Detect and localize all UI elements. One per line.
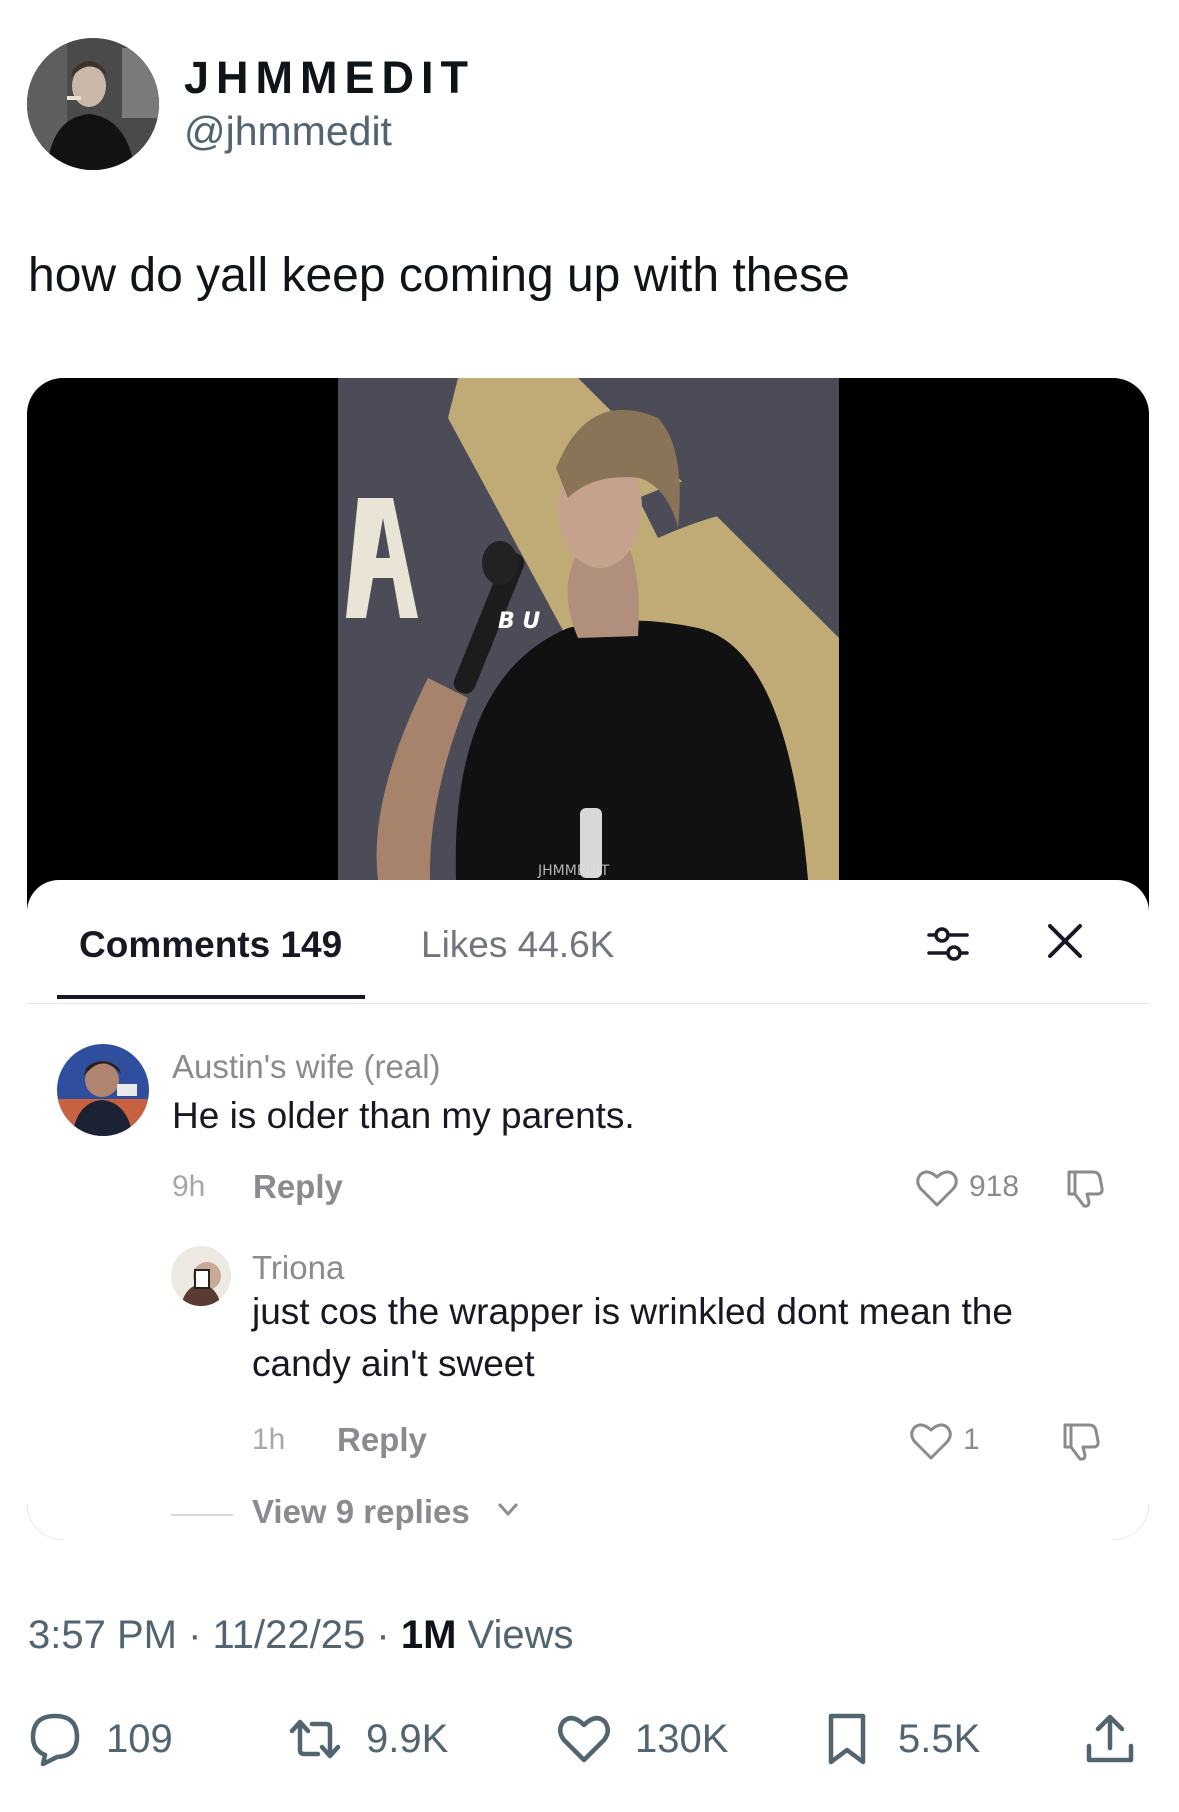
active-tab-indicator <box>57 995 365 999</box>
meta-separator: · <box>188 1613 213 1657</box>
comment-author[interactable]: Triona <box>252 1249 344 1287</box>
tweet-media[interactable]: B U JHMMEDIT Comments 149 Likes 44.6K Au… <box>27 378 1149 1540</box>
comment-icon <box>30 1713 80 1767</box>
comment-time: 9h <box>172 1170 206 1203</box>
close-icon[interactable] <box>1046 922 1084 960</box>
tweet-screenshot: JHMMEDIT @jhmmedit how do yall keep comi… <box>0 0 1179 1812</box>
reply-button[interactable]: Reply <box>337 1421 427 1459</box>
bookmark-count: 5.5K <box>898 1716 981 1761</box>
reply-count: 109 <box>106 1716 173 1761</box>
comment-text: He is older than my parents. <box>172 1095 635 1136</box>
repost-icon <box>289 1719 341 1759</box>
meta-separator: · <box>376 1613 401 1657</box>
reply-action[interactable]: 109 <box>26 1709 173 1769</box>
heart-icon[interactable] <box>909 1421 953 1461</box>
share-icon <box>1086 1714 1134 1763</box>
heart-icon <box>558 1715 610 1763</box>
tweet-meta: 3:57 PM · 11/22/25 · 1M Views <box>28 1613 574 1658</box>
repost-count: 9.9K <box>366 1716 449 1761</box>
views-label: Views <box>467 1613 574 1657</box>
commenter-avatar[interactable] <box>57 1044 149 1136</box>
comments-sheet: Comments 149 Likes 44.6K Austin's wife (… <box>27 880 1149 1540</box>
tweet-date[interactable]: 11/22/25 <box>213 1613 366 1657</box>
comment-like-count: 1 <box>963 1423 980 1456</box>
dislike-icon[interactable] <box>1059 1419 1103 1463</box>
author-display-name[interactable]: JHMMEDIT <box>184 52 475 104</box>
like-count: 130K <box>635 1716 729 1761</box>
comment-author[interactable]: Austin's wife (real) <box>172 1048 441 1086</box>
like-action[interactable]: 130K <box>555 1709 728 1769</box>
views-count: 1M <box>400 1613 457 1657</box>
heart-icon[interactable] <box>915 1168 959 1208</box>
comment-text: just cos the wrapper is wrinkled dont me… <box>252 1291 1013 1384</box>
tab-likes[interactable]: Likes 44.6K <box>421 924 614 966</box>
bookmark-action[interactable]: 5.5K <box>818 1709 980 1769</box>
sheet-divider <box>27 1003 1149 1004</box>
tweet-text: how do yall keep coming up with these <box>28 249 850 302</box>
tweet-time[interactable]: 3:57 PM <box>28 1613 177 1657</box>
video-frame[interactable]: B U JHMMEDIT <box>338 378 839 880</box>
view-replies-button[interactable]: View 9 replies <box>252 1493 470 1531</box>
dislike-icon[interactable] <box>1063 1166 1107 1210</box>
author-avatar[interactable] <box>27 38 159 170</box>
svg-text:JHMMEDIT: JHMMEDIT <box>537 863 610 879</box>
comment-like-count: 918 <box>969 1170 1020 1203</box>
commenter-avatar[interactable] <box>171 1246 231 1306</box>
share-action[interactable] <box>1081 1709 1139 1769</box>
filter-icon[interactable] <box>925 922 971 968</box>
replies-divider <box>171 1514 233 1516</box>
author-handle[interactable]: @jhmmedit <box>184 108 392 155</box>
chevron-down-icon[interactable] <box>497 1502 519 1518</box>
comment-time: 1h <box>252 1423 286 1456</box>
tab-comments[interactable]: Comments 149 <box>79 924 342 966</box>
svg-text:B U: B U <box>498 609 540 634</box>
repost-action[interactable]: 9.9K <box>286 1709 448 1769</box>
reply-button[interactable]: Reply <box>253 1168 343 1206</box>
bookmark-icon <box>828 1713 866 1765</box>
